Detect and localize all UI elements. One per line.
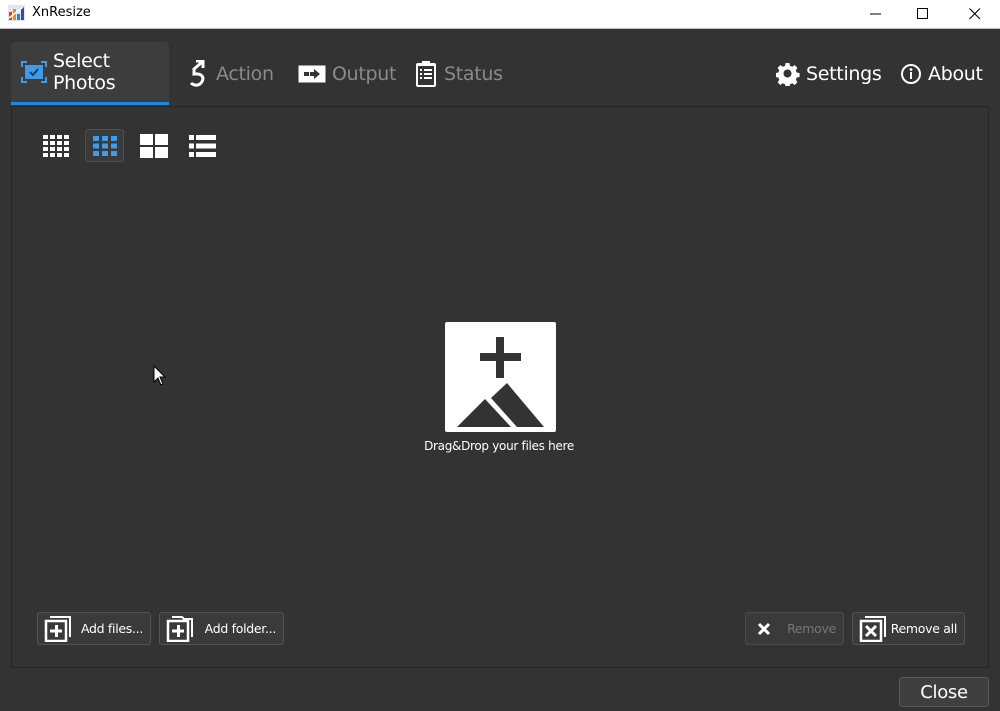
close-button[interactable]: Close [899, 677, 989, 707]
drop-zone-label: Drag&Drop your files here [424, 439, 574, 453]
about-label: About [928, 62, 983, 85]
maximize-icon [917, 8, 928, 19]
tab-label: Action [216, 62, 274, 85]
settings-label: Settings [806, 62, 882, 85]
minimize-icon [870, 13, 881, 15]
status-icon [414, 60, 438, 88]
remove-all-label: Remove all [890, 621, 958, 636]
remove-all-icon [859, 616, 886, 642]
tab-select-photos[interactable]: Select Photos [11, 42, 169, 105]
remove-all-button[interactable]: Remove all [852, 612, 965, 645]
gear-icon [776, 62, 800, 86]
tab-output[interactable]: Output [298, 42, 397, 105]
info-icon [900, 63, 922, 85]
remove-x-icon [757, 622, 771, 636]
view-small-thumbnails-button[interactable] [36, 129, 75, 162]
maximize-button[interactable] [900, 0, 946, 28]
close-window-button[interactable] [952, 0, 998, 28]
close-icon [969, 8, 981, 20]
tab-bar: Select Photos Action Output Status Setti… [0, 30, 1000, 106]
view-details-list-button[interactable] [183, 129, 222, 162]
window-title: XnResize [32, 5, 91, 20]
action-icon [188, 59, 210, 88]
mouse-cursor-icon [153, 365, 167, 386]
select-photos-icon [21, 61, 47, 83]
file-list-panel[interactable]: Drag&Drop your files here Add files... A… [11, 106, 989, 668]
title-bar: XnResize [0, 0, 1000, 29]
list-icon [189, 134, 216, 157]
add-files-button[interactable]: Add files... [37, 612, 151, 645]
tab-label: Status [444, 62, 503, 85]
tab-label: Select Photos [53, 50, 116, 94]
add-files-icon [44, 616, 71, 642]
add-folder-label: Add folder... [204, 621, 277, 636]
add-folder-icon [166, 616, 193, 642]
tab-action[interactable]: Action [188, 42, 274, 105]
output-icon [298, 64, 326, 84]
minimize-button[interactable] [853, 0, 899, 28]
app-logo-icon [8, 5, 25, 21]
view-large-thumbnails-button[interactable] [134, 129, 173, 162]
add-files-label: Add files... [80, 621, 143, 636]
drop-zone[interactable] [445, 322, 556, 432]
small-grid-icon [42, 134, 69, 157]
medium-grid-icon [92, 135, 117, 156]
tab-status[interactable]: Status [414, 42, 503, 105]
remove-label: Remove [787, 621, 836, 636]
view-medium-thumbnails-button[interactable] [85, 129, 124, 162]
remove-button[interactable]: Remove [745, 612, 844, 645]
add-image-icon [457, 337, 544, 427]
tab-label: Output [332, 62, 397, 85]
view-mode-toolbar [36, 129, 222, 162]
add-folder-button[interactable]: Add folder... [159, 612, 284, 645]
settings-button[interactable]: Settings [776, 42, 882, 105]
about-button[interactable]: About [900, 42, 983, 105]
large-grid-icon [139, 133, 168, 158]
